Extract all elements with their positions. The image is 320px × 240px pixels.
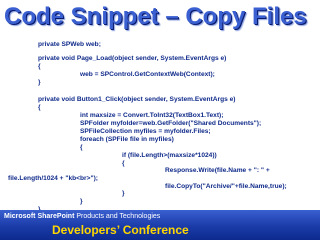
code-line: Response.Write(file.Name + ": " + [165,167,270,174]
code-line: { [122,160,125,167]
code-line: { [80,144,83,151]
code-line: file.Length/1024 + "kb<br>"); [8,175,98,182]
code-line: int maxsize = Convert.ToInt32(TextBox1.T… [80,112,224,119]
code-line: } [122,190,125,197]
slide-title: Code Snippet – Copy Files [4,3,307,30]
brand-products-text: Products and Technologies [74,213,161,220]
footer-banner: Microsoft SharePoint Products and Techno… [0,210,320,240]
code-line: } [38,79,41,86]
code-line: { [38,104,41,111]
footer-brand-line: Microsoft SharePoint Products and Techno… [4,212,160,222]
code-line: foreach (SPFile file in myfiles) [80,136,174,143]
code-line: file.CopyTo("Archive/"+file.Name,true); [165,183,287,190]
code-line: private SPWeb web; [38,41,101,48]
code-line: SPFolder myfolder=web.GetFolder("Shared … [80,120,262,127]
code-line: private void Page_Load(object sender, Sy… [38,55,227,62]
conference-title: Developers’ Conference [52,223,189,237]
code-line: web = SPControl.GetContextWeb(Context); [80,71,215,78]
code-line: } [80,198,83,205]
code-line: { [38,63,41,70]
code-snippet: private SPWeb web; private void Page_Loa… [0,36,320,213]
brand-sharepoint: SharePoint [37,213,75,220]
brand-microsoft: Microsoft [4,213,36,220]
code-line: if (file.Length>(maxsize*1024)) [122,152,217,159]
code-line: SPFileCollection myfiles = myfolder.File… [80,128,211,135]
code-line: private void Button1_Click(object sender… [38,96,236,103]
